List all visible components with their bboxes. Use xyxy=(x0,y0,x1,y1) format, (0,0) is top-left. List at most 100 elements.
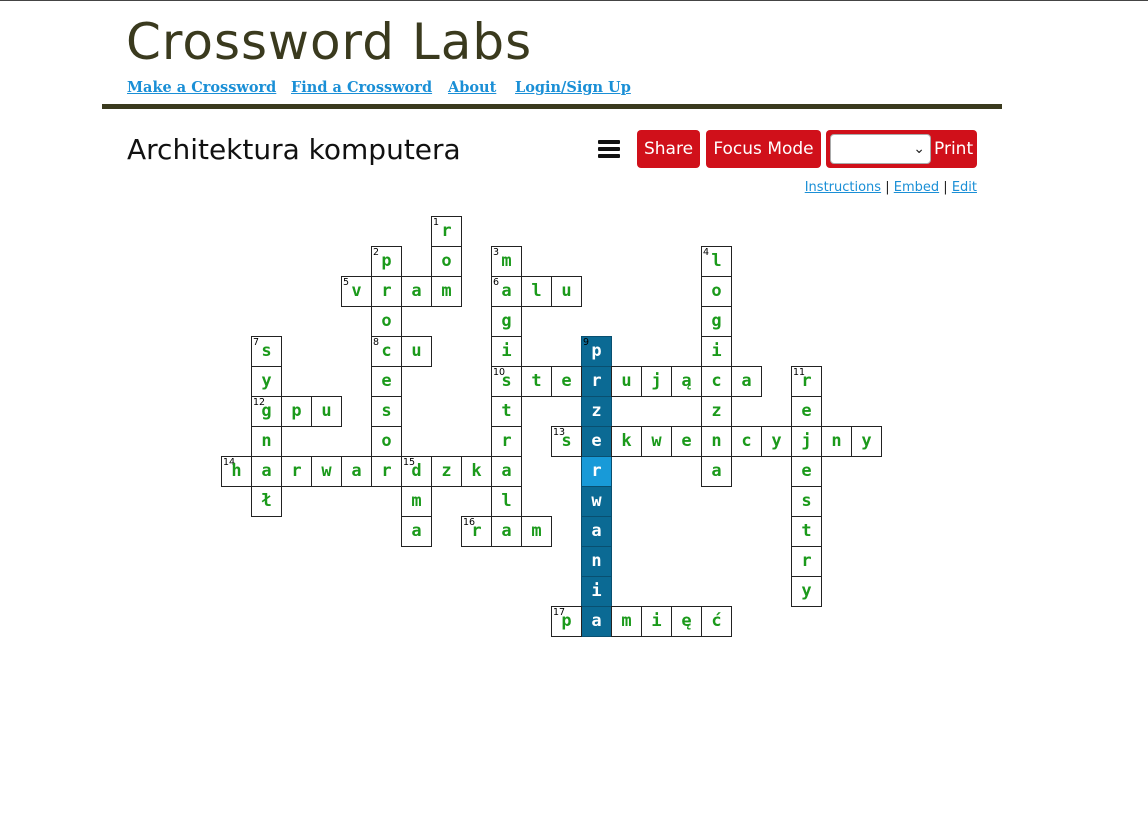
crossword-cell[interactable]: e xyxy=(551,366,582,397)
crossword-cell[interactable]: j xyxy=(791,426,822,457)
crossword-cell[interactable]: a xyxy=(701,456,732,487)
crossword-cell[interactable]: 1r xyxy=(431,216,462,247)
crossword-cell[interactable]: a xyxy=(491,516,522,547)
crossword-cell[interactable]: m xyxy=(611,606,642,637)
crossword-cell[interactable]: ł xyxy=(251,486,282,517)
hamburger-icon[interactable] xyxy=(598,139,620,159)
crossword-cell[interactable]: u xyxy=(311,396,342,427)
crossword-cell[interactable]: g xyxy=(701,306,732,337)
print-button[interactable]: Print xyxy=(934,130,973,168)
crossword-cell[interactable]: n xyxy=(251,426,282,457)
crossword-cell[interactable]: r xyxy=(581,456,612,487)
crossword-cell[interactable]: w xyxy=(581,486,612,517)
nav-about[interactable]: About xyxy=(448,78,496,98)
crossword-cell[interactable]: k xyxy=(461,456,492,487)
crossword-cell[interactable]: 5v xyxy=(341,276,372,307)
crossword-cell[interactable]: ę xyxy=(671,606,702,637)
crossword-cell[interactable]: t xyxy=(521,366,552,397)
crossword-cell[interactable]: n xyxy=(821,426,852,457)
crossword-cell[interactable]: o xyxy=(371,306,402,337)
crossword-cell[interactable]: a xyxy=(401,516,432,547)
crossword-cell[interactable]: j xyxy=(641,366,672,397)
crossword-cell[interactable]: n xyxy=(701,426,732,457)
share-button[interactable]: Share xyxy=(637,130,700,168)
crossword-cell[interactable]: k xyxy=(611,426,642,457)
crossword-cell[interactable]: t xyxy=(791,516,822,547)
crossword-cell[interactable]: e xyxy=(791,396,822,427)
crossword-cell[interactable]: o xyxy=(701,276,732,307)
crossword-cell[interactable]: 6a xyxy=(491,276,522,307)
crossword-cell[interactable]: s xyxy=(371,396,402,427)
crossword-cell[interactable]: ć xyxy=(701,606,732,637)
crossword-cell[interactable]: 10 s xyxy=(491,366,522,397)
crossword-cell[interactable]: r xyxy=(791,546,822,577)
focus-mode-button[interactable]: Focus Mode xyxy=(706,130,821,168)
crossword-cell[interactable]: a xyxy=(731,366,762,397)
crossword-cell[interactable]: ą xyxy=(671,366,702,397)
crossword-cell[interactable]: 4l xyxy=(701,246,732,277)
crossword-cell[interactable]: y xyxy=(761,426,792,457)
crossword-cell[interactable]: w xyxy=(311,456,342,487)
crossword-cell[interactable]: c xyxy=(731,426,762,457)
crossword-cell[interactable]: 17 p xyxy=(551,606,582,637)
crossword-cell[interactable]: t xyxy=(491,396,522,427)
crossword-cell[interactable]: u xyxy=(401,336,432,367)
crossword-cell[interactable]: i xyxy=(491,336,522,367)
crossword-cell[interactable]: c xyxy=(701,366,732,397)
crossword-cell[interactable]: 14 h xyxy=(221,456,252,487)
crossword-cell[interactable]: r xyxy=(371,456,402,487)
crossword-cell[interactable]: z xyxy=(581,396,612,427)
crossword-cell[interactable]: 8c xyxy=(371,336,402,367)
crossword-cell[interactable]: a xyxy=(491,456,522,487)
crossword-cell[interactable]: 15 d xyxy=(401,456,432,487)
crossword-cell[interactable]: m xyxy=(431,276,462,307)
crossword-cell[interactable]: e xyxy=(791,456,822,487)
crossword-cell[interactable]: 11 r xyxy=(791,366,822,397)
crossword-cell[interactable]: m xyxy=(401,486,432,517)
crossword-cell[interactable]: p xyxy=(281,396,312,427)
crossword-cell[interactable]: r xyxy=(491,426,522,457)
crossword-cell[interactable]: y xyxy=(851,426,882,457)
nav-login-signup[interactable]: Login/Sign Up xyxy=(515,78,631,98)
site-logo-title[interactable]: Crossword Labs xyxy=(126,10,532,74)
crossword-cell[interactable]: y xyxy=(251,366,282,397)
crossword-cell[interactable]: 7s xyxy=(251,336,282,367)
edit-link[interactable]: Edit xyxy=(952,180,977,195)
crossword-cell[interactable]: u xyxy=(551,276,582,307)
crossword-cell[interactable]: s xyxy=(791,486,822,517)
crossword-cell[interactable]: i xyxy=(701,336,732,367)
instructions-link[interactable]: Instructions xyxy=(805,180,881,195)
crossword-cell[interactable]: e xyxy=(671,426,702,457)
crossword-cell[interactable]: r xyxy=(281,456,312,487)
crossword-cell[interactable]: e xyxy=(371,366,402,397)
nav-make-crossword[interactable]: Make a Crossword xyxy=(127,78,276,98)
crossword-cell[interactable]: a xyxy=(581,606,612,637)
crossword-cell[interactable]: o xyxy=(431,246,462,277)
crossword-cell[interactable]: a xyxy=(251,456,282,487)
crossword-cell[interactable]: 9p xyxy=(581,336,612,367)
crossword-cell[interactable]: u xyxy=(611,366,642,397)
crossword-cell[interactable]: 12 g xyxy=(251,396,282,427)
crossword-cell[interactable]: i xyxy=(641,606,672,637)
crossword-cell[interactable]: 2p xyxy=(371,246,402,277)
crossword-cell[interactable]: w xyxy=(641,426,672,457)
crossword-cell[interactable]: y xyxy=(791,576,822,607)
crossword-cell[interactable]: l xyxy=(491,486,522,517)
crossword-cell[interactable]: i xyxy=(581,576,612,607)
crossword-cell[interactable]: g xyxy=(491,306,522,337)
crossword-cell[interactable]: a xyxy=(401,276,432,307)
crossword-cell[interactable]: 16 r xyxy=(461,516,492,547)
crossword-cell[interactable]: 13 s xyxy=(551,426,582,457)
print-options-select[interactable]: ⌄ xyxy=(830,134,931,164)
embed-link[interactable]: Embed xyxy=(894,180,939,195)
crossword-cell[interactable]: z xyxy=(701,396,732,427)
crossword-cell[interactable]: z xyxy=(431,456,462,487)
crossword-cell[interactable]: o xyxy=(371,426,402,457)
crossword-cell[interactable]: n xyxy=(581,546,612,577)
crossword-cell[interactable]: 3m xyxy=(491,246,522,277)
crossword-cell[interactable]: r xyxy=(581,366,612,397)
crossword-cell[interactable]: r xyxy=(371,276,402,307)
crossword-cell[interactable]: a xyxy=(581,516,612,547)
crossword-cell[interactable]: m xyxy=(521,516,552,547)
nav-find-crossword[interactable]: Find a Crossword xyxy=(291,78,432,98)
